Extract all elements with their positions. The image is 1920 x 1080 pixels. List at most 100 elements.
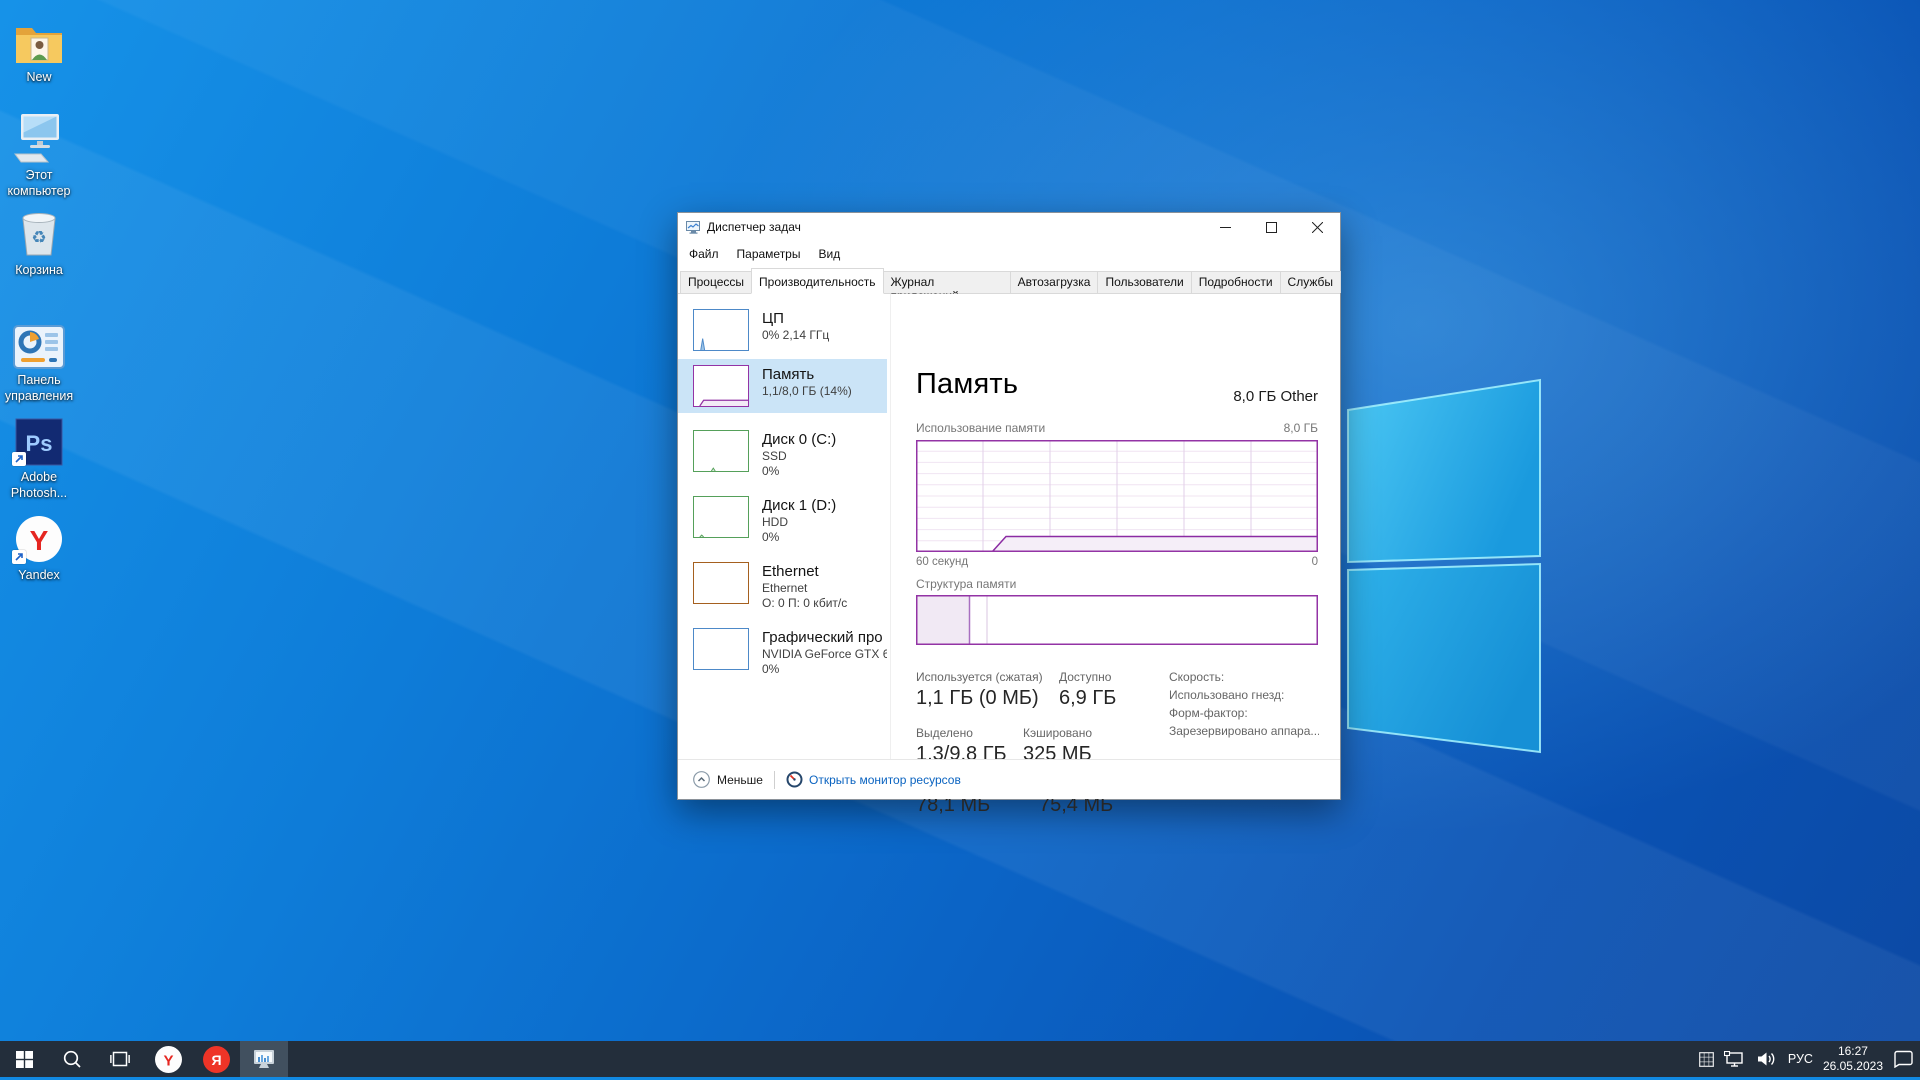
user-folder-icon [16,28,62,63]
sidebar-item-cpu[interactable]: ЦП 0% 2,14 ГГц [678,303,887,357]
yandex-app-icon: Я [202,1045,230,1073]
performance-sidebar: ЦП 0% 2,14 ГГц Память 1,1/8,0 ГБ (14%) Д… [678,294,891,759]
disk1-thumbnail-chart [693,496,749,538]
stat-label: Выделено [916,726,973,740]
menu-file[interactable]: Файл [680,243,728,265]
desktop-icon-yandex[interactable]: Y Yandex [0,508,78,583]
tab-app-history[interactable]: Журнал приложений [882,271,1011,303]
desktop-wallpaper: New Этот компьютер ♻ Корзина Панель упра… [0,0,1920,1080]
window-title: Диспетчер задач [707,220,801,234]
network-icon[interactable] [1723,1050,1746,1068]
maximize-button[interactable] [1248,213,1294,241]
desktop-icon-label: Yandex [18,568,60,582]
tab-services[interactable]: Службы [1279,271,1341,293]
stat-value: 1,1 ГБ (0 МБ) [916,687,1039,709]
stat-label: Кэшировано [1023,726,1093,740]
task-manager-taskbar-icon [254,1050,274,1068]
sidebar-item-gpu[interactable]: Графический про NVIDIA GeForce GTX 660 0… [678,622,887,683]
stat-label: Используется (сжатая) [916,670,1043,684]
usage-chart-caption: Использование памяти 8,0 ГБ [916,421,1318,435]
composition-caption: Структура памяти [916,577,1017,591]
memory-composition-bar[interactable] [916,595,1318,645]
svg-text:Y: Y [30,525,49,556]
computer-icon [14,114,59,163]
ethernet-thumbnail-chart [693,562,749,604]
desktop-icon-label: Панель управления [4,373,74,403]
title-bar[interactable]: Диспетчер задач [678,213,1340,241]
volume-icon[interactable] [1756,1051,1778,1067]
search-button[interactable] [48,1041,96,1077]
tab-performance[interactable]: Производительность [751,268,884,294]
control-panel-icon [13,325,65,369]
desktop-icon-label: Adobe Photosh... [10,470,68,500]
window-footer: Меньше Открыть монитор ресурсов [678,759,1340,799]
task-view-button[interactable] [96,1041,144,1077]
chevron-up-circle-icon [693,771,710,788]
usage-chart-max-label: 8,0 ГБ [1283,421,1318,435]
sidebar-item-ethernet[interactable]: Ethernet Ethernet О: 0 П: 0 кбит/с [678,556,887,617]
clock[interactable]: 16:27 26.05.2023 [1823,1044,1883,1074]
tab-startup[interactable]: Автозагрузка [1009,271,1099,293]
memory-thumbnail-chart [693,365,749,407]
desktop-icon-label: Этот компьютер [7,168,71,198]
taskbar: Y Я РУС 16:27 26.05.2023 [0,1041,1920,1077]
hardware-details: Скорость: Использовано гнезд: Форм-факто… [1169,670,1319,738]
memory-usage-chart [916,440,1318,552]
less-details-button[interactable]: Меньше [693,771,763,788]
svg-text:♻: ♻ [31,228,46,247]
system-tray: РУС 16:27 26.05.2023 [1699,1041,1920,1077]
desktop-icon-photoshop[interactable]: Ps Adobe Photosh... [0,410,78,501]
windows-start-icon [15,1050,33,1068]
footer-divider [773,770,775,789]
sidebar-item-disk-0[interactable]: Диск 0 (C:) SSD 0% [678,424,887,485]
touch-keyboard-icon[interactable] [1699,1051,1714,1067]
page-title: Память [916,368,1019,400]
taskbar-yandex-browser[interactable]: Y [144,1041,192,1077]
menu-options[interactable]: Параметры [728,243,810,265]
gpu-thumbnail-chart [693,628,749,670]
task-manager-app-icon [686,220,700,234]
sidebar-item-disk-1[interactable]: Диск 1 (D:) HDD 0% [678,490,887,551]
shortcut-arrow-icon [12,452,26,466]
stat-value: 6,9 ГБ [1059,687,1117,709]
svg-text:Y: Y [163,1052,173,1069]
sidebar-item-memory[interactable]: Память 1,1/8,0 ГБ (14%) [678,359,887,413]
desktop-icon-this-pc[interactable]: Этот компьютер [0,108,78,199]
recycle-bin-icon: ♻ [22,213,56,256]
disk0-thumbnail-chart [693,430,749,472]
desktop-icon-new-folder[interactable]: New [0,10,78,85]
language-indicator[interactable]: РУС [1788,1052,1813,1066]
resource-monitor-icon [786,771,803,788]
tab-processes[interactable]: Процессы [680,271,753,293]
performance-tab-content: ЦП 0% 2,14 ГГц Память 1,1/8,0 ГБ (14%) Д… [678,294,1340,816]
taskbar-yandex-app[interactable]: Я [192,1041,240,1077]
close-button[interactable] [1294,213,1340,241]
windows-logo-wallpaper [1347,378,1541,754]
menu-view[interactable]: Вид [809,243,849,265]
taskbar-task-manager[interactable] [240,1041,288,1077]
svg-text:Я: Я [211,1052,221,1068]
tab-strip: Процессы Производительность Журнал прило… [678,266,1341,303]
task-view-icon [110,1051,130,1067]
memory-panel: Память 8,0 ГБ Other Использование памяти… [916,294,1319,816]
menu-bar: Файл Параметры Вид [678,241,1340,266]
desktop-icon-label: New [26,70,52,84]
usage-x-right-label: 0 [1311,556,1318,568]
search-icon [63,1050,81,1068]
svg-text:Ps: Ps [26,431,53,456]
stat-label: Доступно [1059,670,1112,684]
usage-x-left-label: 60 секунд [916,556,969,568]
shortcut-arrow-icon [12,550,26,564]
open-resource-monitor-link[interactable]: Открыть монитор ресурсов [786,771,961,788]
tray-time: 16:27 [1837,1044,1868,1058]
tab-users[interactable]: Пользователи [1097,271,1192,293]
desktop-icon-control-panel[interactable]: Панель управления [0,313,78,404]
memory-capacity: 8,0 ГБ Other [1233,388,1318,405]
tab-details[interactable]: Подробности [1190,271,1281,293]
cpu-thumbnail-chart [693,309,749,351]
minimize-button[interactable] [1202,213,1248,241]
desktop-icon-label: Корзина [15,263,63,277]
action-center-icon[interactable] [1893,1050,1914,1068]
desktop-icon-recycle-bin[interactable]: ♻ Корзина [0,203,78,278]
start-button[interactable] [0,1041,48,1077]
